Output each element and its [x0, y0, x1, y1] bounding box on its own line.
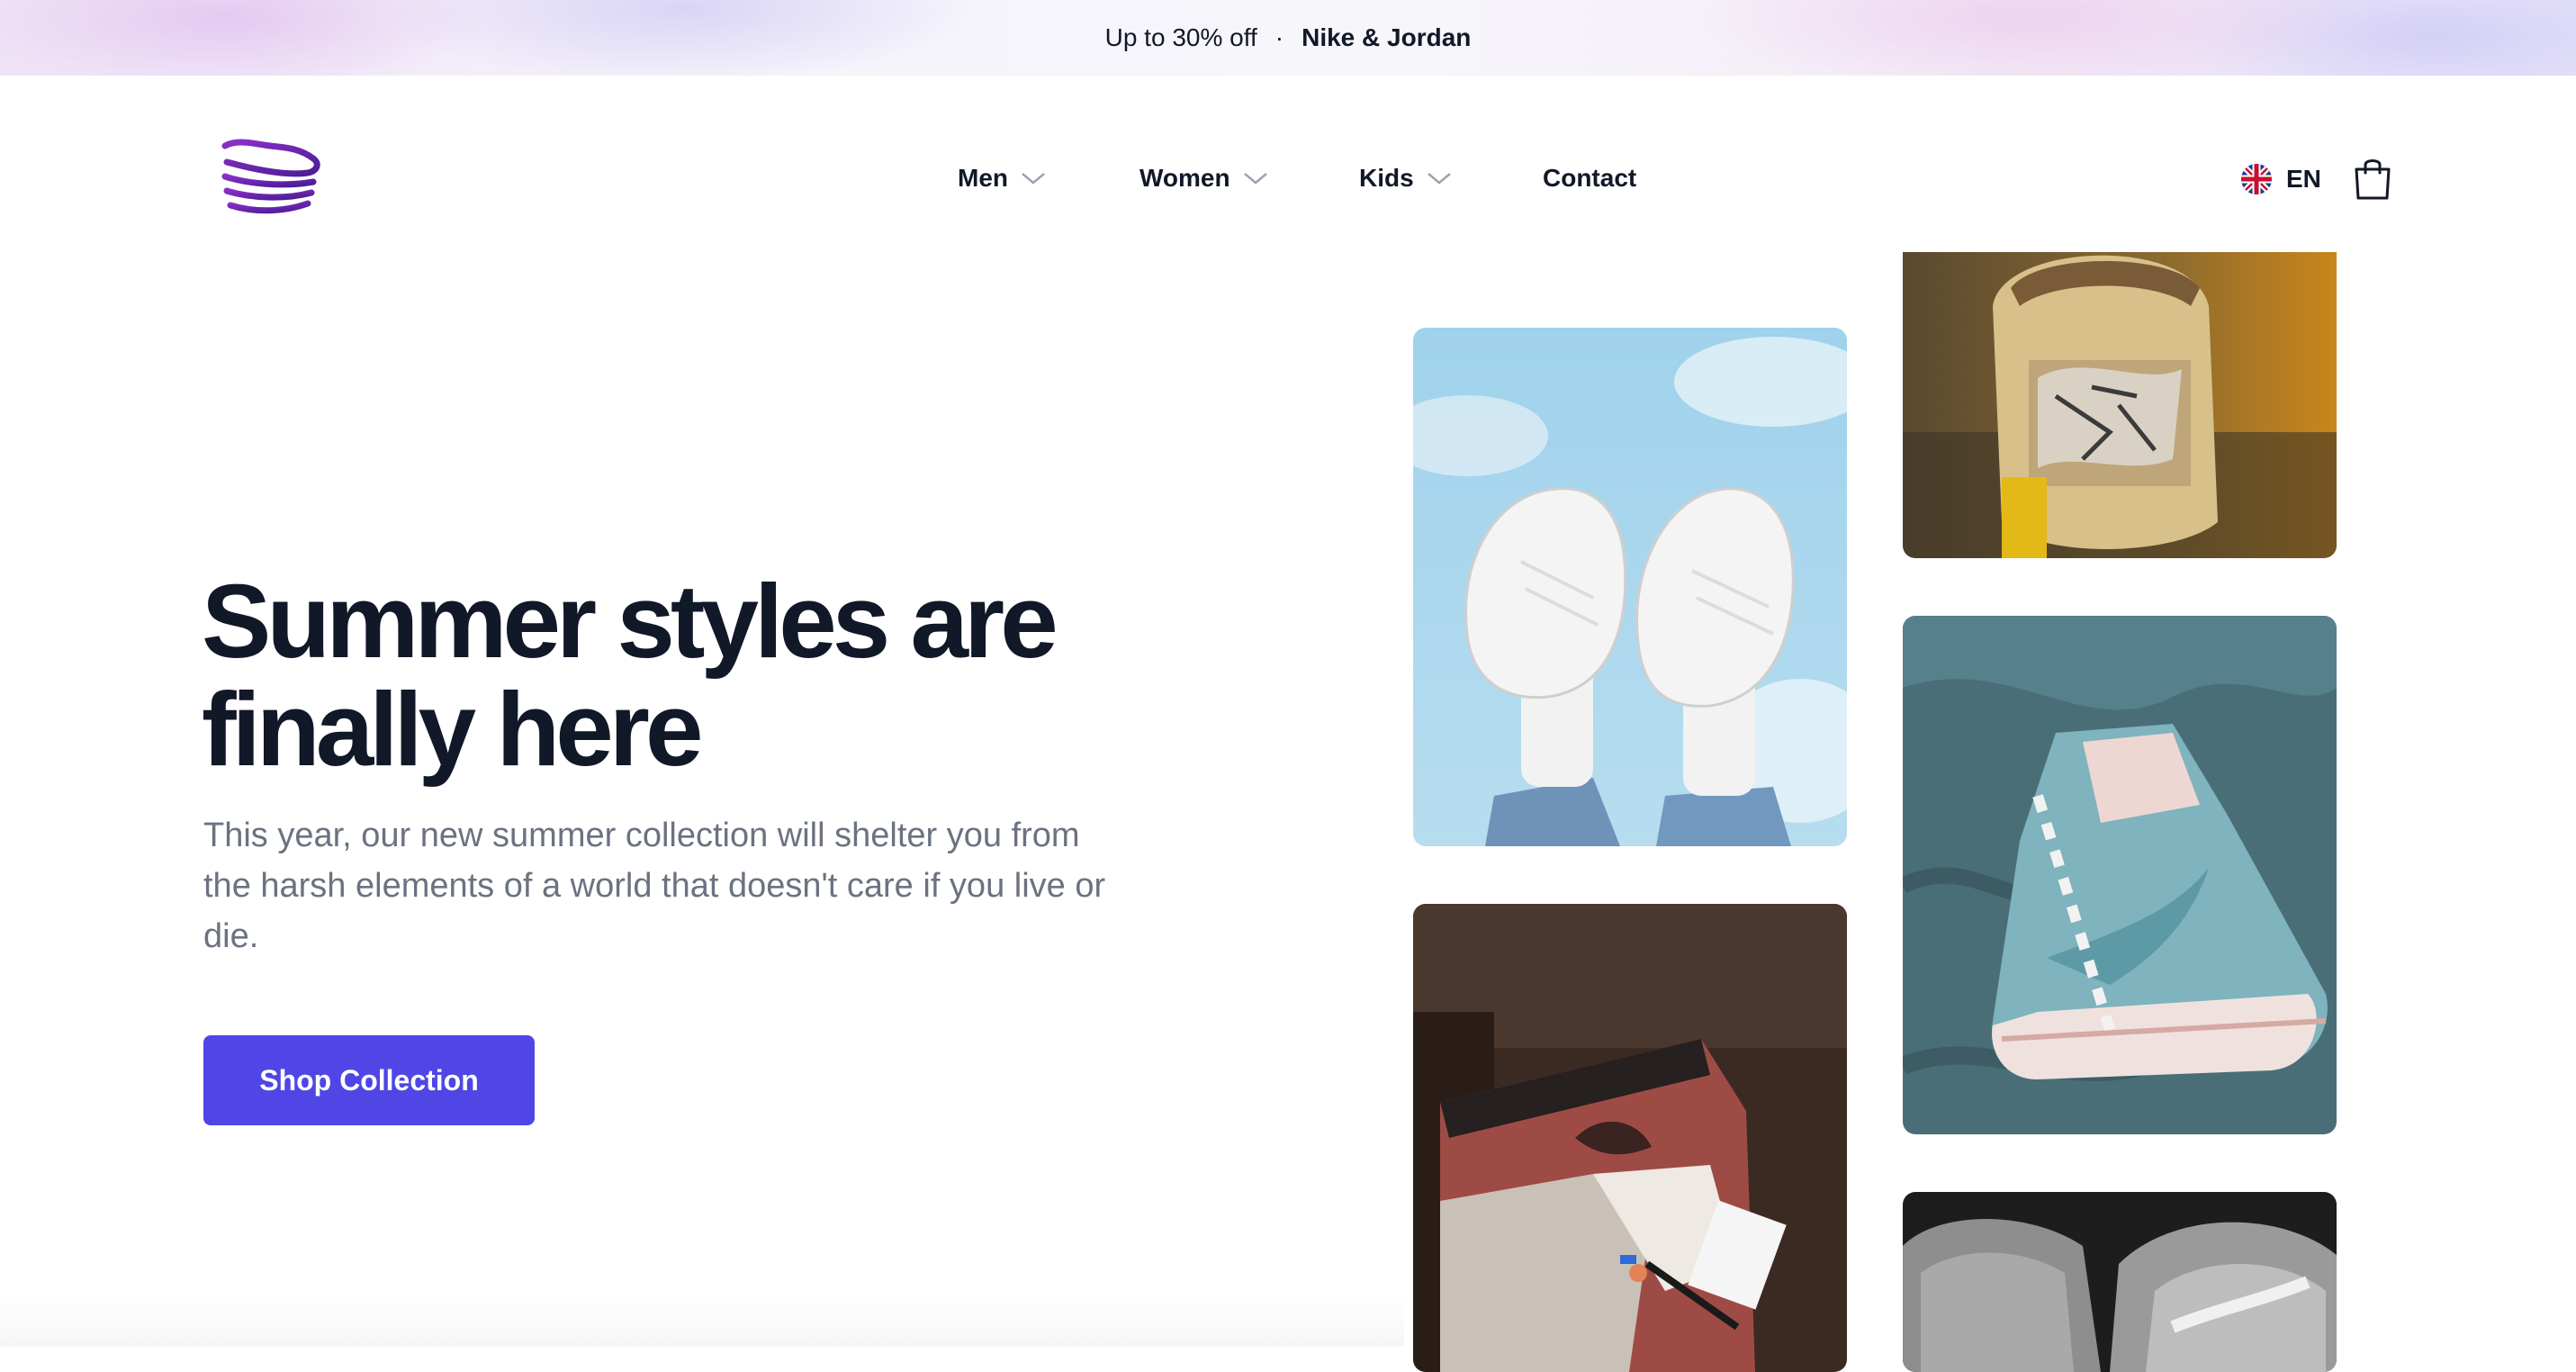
teal-jordan-sneaker-photo — [1903, 616, 2337, 1134]
tan-nike-sneaker-photo — [1903, 252, 2337, 558]
promo-offer: Up to 30% off — [1104, 23, 1257, 51]
uk-flag-icon — [2241, 164, 2272, 194]
nav-item-women[interactable]: Women — [1139, 153, 1268, 203]
language-selector[interactable]: EN — [2241, 158, 2321, 200]
grey-nike-sneaker-photo — [1903, 1192, 2337, 1372]
hero-title: Summer styles are finally here — [202, 563, 1058, 788]
chevron-down-icon — [1427, 173, 1451, 185]
promo-banner: Up to 30% off · Nike & Jordan — [0, 0, 2576, 76]
promo-separator: · — [1274, 23, 1284, 51]
red-jordan-sneaker-photo — [1413, 904, 1847, 1372]
shop-collection-button[interactable]: Shop Collection — [203, 1035, 535, 1125]
main-nav: Men Women Kids Contact — [0, 153, 2576, 203]
nav-item-contact[interactable]: Contact — [1543, 153, 1636, 203]
chevron-down-icon — [1243, 173, 1267, 185]
nav-item-men[interactable]: Men — [958, 153, 1046, 203]
language-code: EN — [2286, 165, 2321, 193]
nav-label-kids: Kids — [1359, 164, 1414, 192]
shopping-bag-icon[interactable] — [2353, 155, 2392, 202]
hero-subtitle: This year, our new summer collection wil… — [203, 817, 1106, 955]
nav-label-men: Men — [958, 164, 1008, 192]
nav-label-women: Women — [1139, 164, 1230, 192]
promo-brands[interactable]: Nike & Jordan — [1302, 23, 1471, 52]
nav-item-kids[interactable]: Kids — [1359, 153, 1452, 203]
white-sneakers-sky-photo — [1413, 328, 1847, 846]
chevron-down-icon — [1022, 173, 1045, 185]
nav-label-contact: Contact — [1543, 164, 1637, 192]
hero-bottom-shadow — [0, 1296, 1404, 1347]
